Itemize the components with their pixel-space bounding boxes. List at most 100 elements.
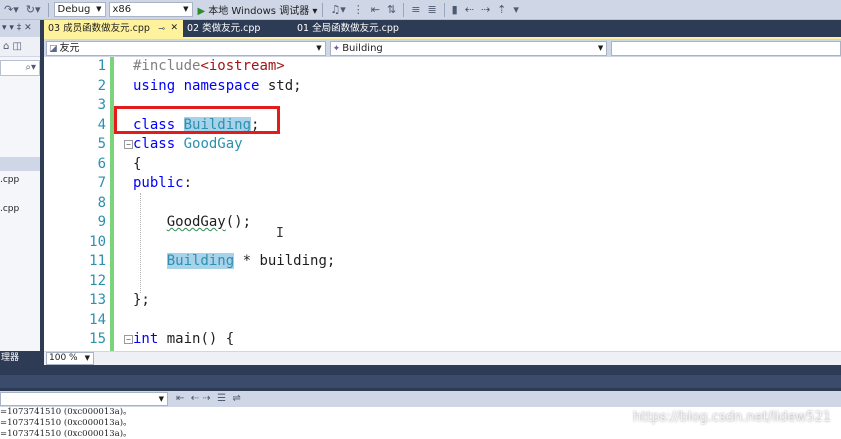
chevron-down-icon: ▼ (84, 354, 90, 362)
tab-label: 01 全局函数做友元.cpp (297, 23, 399, 34)
clear-bookmark-icon[interactable]: ⇡ (495, 1, 508, 19)
chevron-down-icon: ▼ (183, 5, 189, 13)
keyword: using (133, 77, 176, 94)
keyword: int (133, 331, 159, 347)
play-icon: ▶ (197, 6, 206, 17)
line-number: 11 (89, 253, 106, 269)
panel-header: ▾ ▾ ‡ ✕ (0, 20, 40, 37)
home-icon[interactable]: ⌂ (3, 41, 9, 52)
function-select[interactable] (611, 40, 841, 56)
collapse-icon[interactable]: − (124, 335, 133, 344)
output-panel-header (0, 375, 841, 388)
output-line: =1073741510 (0xc000013a)。 (0, 429, 132, 439)
constructor-name: GoodGay (166, 214, 226, 230)
browse-icon[interactable]: ♫▾ (328, 1, 347, 19)
solution-explorer-panel: ▾ ▾ ‡ ✕ ⌂ ◫ ⌕▾ .cpp .cpp 理器 (0, 20, 42, 365)
redo-icon[interactable]: ↷▾ (2, 1, 21, 19)
code-line-15: int main() { (133, 330, 234, 350)
include-file: <iostream> (200, 58, 285, 74)
step-icon[interactable]: ⋮ (351, 1, 366, 19)
line-number: 3 (97, 97, 106, 113)
bookmark-icon[interactable]: ▮ (450, 1, 460, 19)
scope-select[interactable]: ◪ 友元 ▼ (46, 40, 326, 56)
comment-icon[interactable]: ≡ (409, 1, 422, 19)
text-cursor-icon: I (276, 226, 284, 241)
line-number: 8 (97, 194, 106, 211)
chevron-down-icon: ▼ (158, 395, 164, 403)
next-bookmark-icon[interactable]: ⇢ (479, 1, 492, 19)
toolbar-separator (403, 2, 405, 17)
code-text: { (133, 155, 142, 172)
navigation-bar: ◪ 友元 ▼ ✦ Building ▼ (44, 39, 841, 57)
line-number: 15 (89, 331, 106, 347)
member-value: Building (342, 42, 383, 54)
panel-splitter[interactable] (0, 365, 841, 391)
toolbar-overflow-icon[interactable]: ▾ (511, 1, 521, 19)
annotation-highlight-box (114, 106, 280, 134)
solution-config-value: Debug (57, 4, 91, 15)
keyword: namespace (183, 77, 260, 94)
code-line-5: class GoodGay (133, 135, 243, 155)
solution-item[interactable]: .cpp (0, 202, 40, 216)
search-icon: ⌕▾ (25, 62, 36, 73)
toolbar-separator (443, 2, 445, 17)
member-select[interactable]: ✦ Building ▼ (329, 40, 608, 56)
code-editor[interactable]: 1 2 3 4 5 6 7 8 9 10 11 12 13 14 15 − − … (44, 57, 841, 351)
line-number: 14 (89, 311, 106, 328)
tab-global-function-friend[interactable]: 01 全局函数做友元.cpp (293, 20, 433, 37)
prev-message-icon[interactable]: ⇠ (191, 393, 199, 404)
zoom-value: 100 % (49, 353, 78, 363)
output-toolbar: ▼ ⇤ ⇠ ⇢ ☰ ⇌ (0, 391, 841, 407)
tab-class-friend[interactable]: 02 类做友元.cpp (183, 20, 293, 37)
selected-row-highlight (0, 157, 40, 171)
stack-icon[interactable]: ⇅ (385, 1, 398, 19)
word-wrap-icon[interactable]: ⇌ (232, 393, 240, 404)
solution-search-input[interactable]: ⌕▾ (0, 60, 40, 76)
tab-label: 02 类做友元.cpp (187, 23, 261, 34)
solution-explorer-tab[interactable]: 理器 (0, 351, 40, 365)
code-line-13: }; (133, 291, 150, 311)
code-text: std; (259, 77, 302, 94)
solution-item[interactable]: .cpp (0, 173, 40, 187)
start-debugging-button[interactable]: ▶ 本地 Windows 调试器 ▾ (196, 2, 318, 17)
code-line-2: using namespace std; (133, 77, 302, 97)
next-message-icon[interactable]: ⇢ (202, 393, 210, 404)
line-number: 6 (97, 155, 106, 172)
watermark: https://blog.csdn.net/lidew521 (633, 410, 831, 425)
pin-icon[interactable]: ⊸ (158, 20, 165, 37)
redo-alt-icon[interactable]: ↻▾ (24, 1, 43, 19)
uncomment-icon[interactable]: ≣ (425, 1, 438, 19)
line-number: 5 (97, 136, 106, 152)
toolbar-separator (47, 2, 49, 17)
zoom-select[interactable]: 100 % ▼ (46, 352, 94, 365)
tab-member-function-friend[interactable]: 03 成员函数做友元.cpp ⊸ ✕ (44, 20, 183, 37)
main-toolbar: ↷▾ ↻▾ Debug ▼ x86 ▼ ▶ 本地 Windows 调试器 ▾ ♫▾… (0, 0, 841, 20)
solution-config-select[interactable]: Debug ▼ (53, 2, 106, 17)
highlighted-type-name: Building (166, 253, 235, 269)
code-line-1: #include<iostream> (133, 57, 285, 77)
change-tracking-bar (110, 57, 114, 351)
code-line-6: { (133, 155, 141, 175)
solution-platform-select[interactable]: x86 ▼ (108, 2, 193, 17)
prev-bookmark-icon[interactable]: ⇠ (463, 1, 476, 19)
find-message-icon[interactable]: ⇤ (176, 393, 184, 404)
document-tabs: 03 成员函数做友元.cpp ⊸ ✕ 02 类做友元.cpp 01 全局函数做友… (44, 20, 841, 37)
line-number: 12 (89, 272, 106, 289)
code-text: : (183, 175, 193, 191)
toolbar-separator (322, 2, 324, 17)
line-number: 2 (97, 77, 106, 94)
clear-all-icon[interactable]: ☰ (217, 393, 226, 404)
line-number: 1 (97, 58, 106, 74)
keyword: public (133, 175, 184, 191)
output-source-select[interactable]: ▼ (0, 392, 168, 406)
editor-status-bar: 100 % ▼ (44, 351, 841, 365)
code-text: (); (225, 214, 252, 230)
line-number: 13 (89, 292, 106, 308)
chevron-down-icon: ▼ (316, 43, 322, 52)
code-text: * building; (234, 253, 336, 269)
collapse-icon[interactable]: − (124, 140, 133, 149)
thread-icon[interactable]: ⇤ (369, 1, 382, 19)
show-files-icon[interactable]: ◫ (13, 41, 22, 52)
close-icon[interactable]: ✕ (170, 20, 178, 37)
indent-guide (140, 193, 141, 293)
